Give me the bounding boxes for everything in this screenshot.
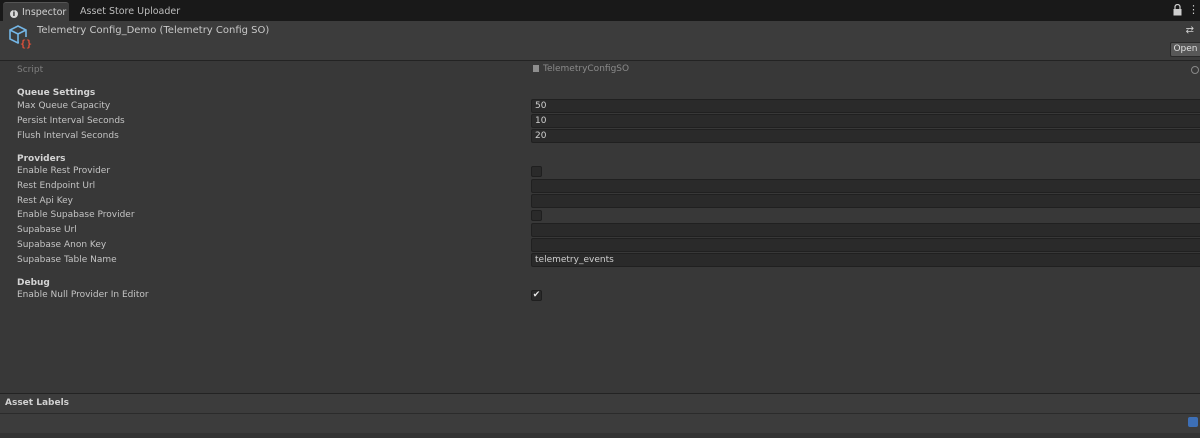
supabase-url-label: Supabase Url: [17, 225, 77, 235]
svg-text:{}: {}: [20, 39, 32, 50]
supabase-table-name-label: Supabase Table Name: [17, 255, 117, 265]
enable-null-provider-checkbox[interactable]: ✔: [531, 290, 542, 301]
asset-bundle-strip: [0, 433, 1200, 438]
checkmark-icon: ✔: [532, 290, 541, 300]
flush-interval-seconds-field[interactable]: 20: [531, 129, 1200, 143]
supabase-anon-key-label: Supabase Anon Key: [17, 240, 107, 250]
info-icon: i: [10, 10, 18, 18]
tab-asset-store-uploader-label: Asset Store Uploader: [80, 6, 181, 17]
max-queue-capacity-field[interactable]: 50: [531, 99, 1200, 113]
window-tab-bar: i Inspector Asset Store Uploader ⋮: [0, 0, 1200, 22]
rest-endpoint-url-label: Rest Endpoint Url: [17, 181, 96, 191]
label-tag-icon[interactable]: [1188, 417, 1198, 427]
supabase-url-field[interactable]: [531, 223, 1200, 237]
script-field-value: TelemetryConfigSO: [543, 64, 630, 74]
tab-inspector-label: Inspector: [22, 7, 67, 18]
asset-title: Telemetry Config_Demo (Telemetry Config …: [37, 25, 270, 36]
max-queue-capacity-label: Max Queue Capacity: [17, 101, 111, 111]
open-button[interactable]: Open: [1170, 42, 1200, 57]
supabase-table-name-field[interactable]: telemetry_events: [531, 253, 1200, 267]
enable-rest-provider-checkbox[interactable]: [531, 166, 542, 177]
persist-interval-seconds-label: Persist Interval Seconds: [17, 116, 125, 126]
preset-settings-icon[interactable]: ⇄: [1186, 25, 1194, 36]
kebab-menu-icon[interactable]: ⋮: [1188, 4, 1199, 16]
divider: [0, 413, 1200, 414]
tab-inspector[interactable]: i Inspector: [3, 2, 69, 22]
rest-api-key-field[interactable]: [531, 194, 1200, 208]
script-field[interactable]: TelemetryConfigSO: [533, 63, 1200, 76]
script-file-icon: [533, 65, 539, 72]
enable-rest-provider-label: Enable Rest Provider: [17, 166, 111, 176]
object-picker-icon[interactable]: [1191, 66, 1199, 74]
enable-null-provider-label: Enable Null Provider In Editor: [17, 290, 149, 300]
inspector-header: {} Telemetry Config_Demo (Telemetry Conf…: [0, 21, 1200, 61]
supabase-anon-key-field[interactable]: [531, 238, 1200, 252]
scriptable-object-icon: {}: [9, 25, 32, 50]
section-heading-queue-settings: Queue Settings: [17, 88, 96, 98]
lock-icon[interactable]: [1173, 4, 1182, 16]
asset-labels-panel: Asset Labels: [0, 393, 1200, 438]
tab-asset-store-uploader[interactable]: Asset Store Uploader: [80, 2, 180, 21]
asset-labels-title: Asset Labels: [5, 398, 70, 408]
persist-interval-seconds-field[interactable]: 10: [531, 114, 1200, 128]
enable-supabase-provider-label: Enable Supabase Provider: [17, 210, 135, 220]
rest-api-key-label: Rest Api Key: [17, 196, 74, 206]
rest-endpoint-url-field[interactable]: [531, 179, 1200, 193]
enable-supabase-provider-checkbox[interactable]: [531, 210, 542, 221]
flush-interval-seconds-label: Flush Interval Seconds: [17, 131, 119, 141]
script-label: Script: [17, 65, 44, 75]
